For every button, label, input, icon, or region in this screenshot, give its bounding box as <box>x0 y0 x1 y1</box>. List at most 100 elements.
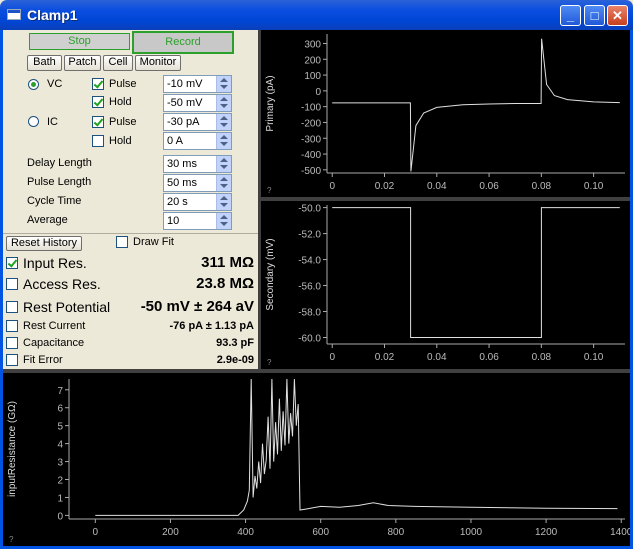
pulse-length-label: Pulse Length <box>27 176 92 188</box>
ic-hold-checkbox[interactable] <box>92 135 104 147</box>
y-axis-label: Secondary (mV) <box>265 238 276 310</box>
draw-fit-checkbox[interactable] <box>116 236 128 248</box>
primary-plot-svg: 0 0.02 0.04 0.06 0.08 0.10 300 200 100 0 -100 -200 -… <box>265 34 625 195</box>
y-tick-label: -400 <box>301 150 321 161</box>
vc-label: VC <box>47 78 63 90</box>
input-resistance-plot[interactable]: 0 200 400 600 800 1000 1200 1400 7 6 5 4 3 2 1 0 inputRe… <box>3 373 633 546</box>
ic-pulse-value: -30 pA <box>167 116 200 128</box>
close-button[interactable]: ✕ <box>607 5 628 26</box>
x-tick-label: 1000 <box>460 527 483 538</box>
x-tick-label: 0 <box>329 181 335 192</box>
capacitance-checkbox[interactable] <box>6 337 18 349</box>
x-tick-label: 400 <box>237 527 254 538</box>
y-tick-label: -58.0 <box>298 308 321 319</box>
x-tick-label: 0 <box>93 527 99 538</box>
y-tick-label: 0 <box>315 87 321 98</box>
y-tick-label: -300 <box>301 134 321 145</box>
y-tick-label: 2 <box>57 476 63 487</box>
title-bar[interactable]: Clamp1 _ □ ✕ <box>0 0 633 30</box>
y-axis-label: Primary (pA) <box>265 75 276 131</box>
stop-button[interactable]: Stop <box>29 33 130 50</box>
secondary-plot[interactable]: 0 0.02 0.04 0.06 0.08 0.10 -50.0 -52.0 -54.0 -56.… <box>261 201 630 369</box>
y-tick-label: -200 <box>301 118 321 129</box>
x-tick-label: 0.04 <box>427 181 447 192</box>
spin-arrows-icon[interactable] <box>216 213 231 229</box>
delay-length-label: Delay Length <box>27 157 92 169</box>
reset-history-button[interactable]: Reset History <box>6 236 82 251</box>
maximize-button[interactable]: □ <box>584 5 605 26</box>
vc-hold-checkbox[interactable] <box>92 96 104 108</box>
y-tick-label: 1 <box>57 493 63 504</box>
y-tick-label: 3 <box>57 458 63 469</box>
y-tick-label: -60.0 <box>298 334 321 345</box>
y-tick-label: 100 <box>304 71 321 82</box>
pulse-length-spinbox[interactable]: 50 ms <box>163 174 232 192</box>
rest-current-value: -76 pA ± 1.13 pA <box>169 320 255 332</box>
spin-arrows-icon[interactable] <box>216 114 231 130</box>
spin-arrows-icon[interactable] <box>216 194 231 210</box>
vc-pulse-spinbox[interactable]: -10 mV <box>163 75 232 93</box>
y-tick-label: -500 <box>301 166 321 177</box>
vc-pulse-label: Pulse <box>109 78 137 90</box>
vc-hold-spinbox[interactable]: -50 mV <box>163 94 232 112</box>
ic-pulse-spinbox[interactable]: -30 pA <box>163 113 232 131</box>
x-tick-label: 0.02 <box>375 352 395 363</box>
y-tick-label: 4 <box>57 440 63 451</box>
minimize-button[interactable]: _ <box>560 5 581 26</box>
window-icon <box>7 9 21 20</box>
y-tick-label: -56.0 <box>298 282 321 293</box>
tab-bath[interactable]: Bath <box>27 55 62 71</box>
x-tick-label: 0.02 <box>375 181 395 192</box>
record-button[interactable]: Record <box>132 31 234 54</box>
window-title: Clamp1 <box>27 7 78 23</box>
cycle-time-value: 20 s <box>167 196 188 208</box>
y-tick-label: -100 <box>301 103 321 114</box>
data-series-line <box>332 207 620 338</box>
secondary-plot-svg: 0 0.02 0.04 0.06 0.08 0.10 -50.0 -52.0 -54.0 -56.… <box>265 204 625 367</box>
input-res-checkbox[interactable] <box>6 257 18 269</box>
access-res-value: 23.8 MΩ <box>196 275 254 292</box>
y-tick-label: 300 <box>304 39 321 50</box>
delay-length-spinbox[interactable]: 30 ms <box>163 155 232 173</box>
primary-plot[interactable]: 0 0.02 0.04 0.06 0.08 0.10 300 200 100 0 -100 -200 -… <box>261 30 630 197</box>
tab-monitor[interactable]: Monitor <box>135 55 181 71</box>
vc-hold-value: -50 mV <box>167 97 203 109</box>
input-resistance-plot-svg: 0 200 400 600 800 1000 1200 1400 7 6 5 4 3 2 1 0 inputRe… <box>7 378 633 544</box>
vc-radio[interactable] <box>28 79 39 90</box>
spin-arrows-icon[interactable] <box>216 95 231 111</box>
ic-hold-value: 0 A <box>167 135 183 147</box>
data-series-line <box>95 378 618 516</box>
fit-error-checkbox[interactable] <box>6 354 18 366</box>
vc-pulse-checkbox[interactable] <box>92 78 104 90</box>
y-tick-label: 6 <box>57 404 63 415</box>
x-tick-label: 0.06 <box>479 181 499 192</box>
y-tick-label: -54.0 <box>298 256 321 267</box>
tab-cell[interactable]: Cell <box>103 55 133 71</box>
rest-potential-checkbox[interactable] <box>6 301 18 313</box>
spin-arrows-icon[interactable] <box>216 76 231 92</box>
y-axis-label: inputResistance (GΩ) <box>7 401 18 497</box>
spin-arrows-icon[interactable] <box>216 156 231 172</box>
data-series-line <box>332 38 620 172</box>
spin-arrows-icon[interactable] <box>216 175 231 191</box>
input-res-value: 311 MΩ <box>201 254 254 271</box>
ic-hold-spinbox[interactable]: 0 A <box>163 132 232 150</box>
ic-radio[interactable] <box>28 116 39 127</box>
x-tick-label: 0 <box>329 352 335 363</box>
access-res-checkbox[interactable] <box>6 278 18 290</box>
average-label: Average <box>27 214 68 226</box>
rest-potential-label: Rest Potential <box>23 299 111 315</box>
y-tick-label: -50.0 <box>298 204 321 215</box>
divider <box>3 233 258 234</box>
y-tick-label: 0 <box>57 511 63 522</box>
delay-length-value: 30 ms <box>167 158 197 170</box>
spin-arrows-icon[interactable] <box>216 133 231 149</box>
tab-patch[interactable]: Patch <box>64 55 101 71</box>
y-tick-label: 200 <box>304 55 321 66</box>
x-tick-label: 0.08 <box>532 181 552 192</box>
cycle-time-spinbox[interactable]: 20 s <box>163 193 232 211</box>
x-tick-label: 600 <box>312 527 329 538</box>
average-spinbox[interactable]: 10 <box>163 212 232 230</box>
rest-current-checkbox[interactable] <box>6 320 18 332</box>
ic-pulse-checkbox[interactable] <box>92 116 104 128</box>
